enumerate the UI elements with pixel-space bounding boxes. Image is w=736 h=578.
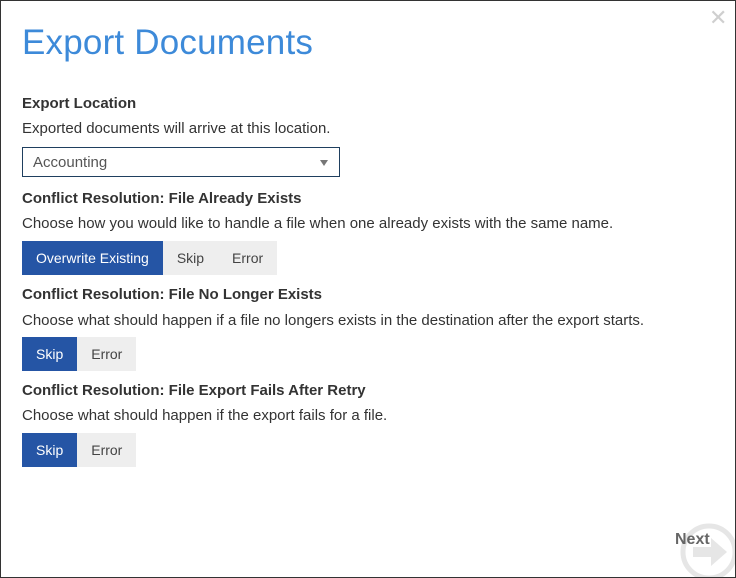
export-fails-options: Skip Error [22, 433, 137, 467]
error-button[interactable]: Error [77, 433, 137, 467]
chevron-down-icon [320, 160, 328, 166]
error-button[interactable]: Error [218, 241, 278, 275]
export-location-description: Exported documents will arrive at this l… [22, 120, 331, 137]
file-no-longer-exists-options: Skip Error [22, 337, 137, 371]
next-button[interactable]: Next [675, 520, 735, 577]
export-location-title: Export Location [22, 95, 137, 112]
file-already-exists-options: Overwrite Existing Skip Error [22, 241, 278, 275]
file-already-exists-title: Conflict Resolution: File Already Exists [22, 190, 302, 207]
export-fails-title: Conflict Resolution: File Export Fails A… [22, 382, 366, 399]
skip-button[interactable]: Skip [162, 241, 219, 275]
file-no-longer-exists-title: Conflict Resolution: File No Longer Exis… [22, 286, 323, 303]
error-button[interactable]: Error [77, 337, 137, 371]
skip-button[interactable]: Skip [22, 337, 78, 371]
export-location-select[interactable]: Accounting [22, 147, 340, 177]
export-documents-dialog: ✕ Export Documents Export Location Expor… [0, 0, 736, 578]
file-already-exists-description: Choose how you would like to handle a fi… [22, 215, 614, 232]
page-title: Export Documents [22, 23, 314, 62]
file-no-longer-exists-description: Choose what should happen if a file no l… [22, 312, 645, 329]
close-icon[interactable]: ✕ [709, 7, 727, 29]
skip-button[interactable]: Skip [22, 433, 78, 467]
export-location-selected-value: Accounting [33, 154, 108, 171]
export-fails-description: Choose what should happen if the export … [22, 407, 388, 424]
overwrite-existing-button[interactable]: Overwrite Existing [22, 241, 163, 275]
next-label: Next [675, 531, 710, 548]
